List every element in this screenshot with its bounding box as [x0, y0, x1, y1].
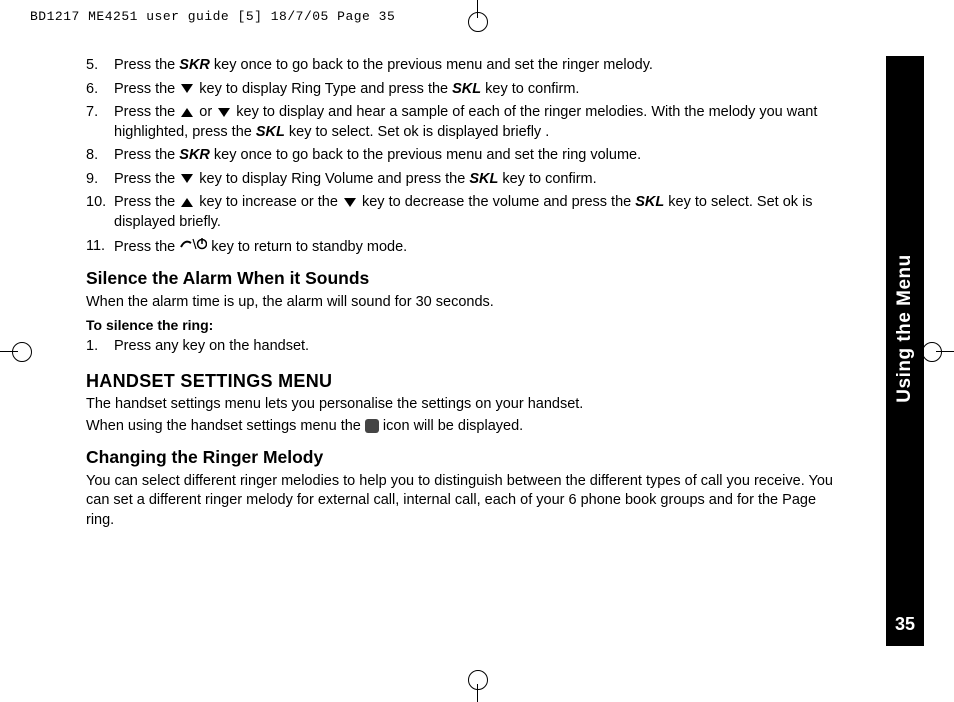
step-text: Press any key on the handset.: [114, 338, 309, 354]
sidebar-section-title: Using the Menu: [892, 66, 918, 592]
settings-line1: The handset settings menu lets you perso…: [86, 395, 844, 415]
key-label: SKR: [179, 57, 210, 73]
silence-step-1: 1. Press any key on the handset.: [86, 337, 844, 357]
key-label: SKL: [469, 171, 498, 187]
step-11: 11. Press the key to return to standby m…: [86, 237, 844, 258]
step-text: Press the: [114, 171, 179, 187]
key-label: SKL: [452, 81, 481, 97]
down-arrow-icon: [344, 198, 356, 207]
step-text: Press the: [114, 239, 179, 255]
crop-mark-right-icon: [936, 351, 954, 352]
settings-line2: When using the handset settings menu the…: [86, 417, 844, 437]
step-number: 5.: [86, 56, 98, 76]
key-label: SKL: [256, 124, 285, 140]
step-number: 10.: [86, 193, 106, 213]
down-arrow-icon: [181, 174, 193, 183]
handset-standby-icon: [179, 237, 207, 258]
settings-line2-post: icon will be displayed.: [379, 418, 523, 434]
step-number: 6.: [86, 80, 98, 100]
step-number: 7.: [86, 103, 98, 123]
step-10: 10. Press the key to increase or the key…: [86, 193, 844, 232]
silence-subheading: To silence the ring:: [86, 316, 844, 335]
sidebar-tab: Using the Menu 35: [886, 56, 924, 646]
step-text: key to display Ring Type and press the: [195, 81, 452, 97]
step-text: key to select. Set ok is displayed brief…: [285, 124, 549, 140]
step-text: Press the: [114, 147, 179, 163]
crop-mark-top-icon: [477, 0, 478, 18]
step-number: 11.: [86, 237, 105, 257]
up-arrow-icon: [181, 198, 193, 207]
heading-silence-alarm: Silence the Alarm When it Sounds: [86, 267, 844, 291]
step-text: Press the: [114, 57, 179, 73]
sidebar-page-number: 35: [895, 612, 915, 636]
silence-intro: When the alarm time is up, the alarm wil…: [86, 293, 844, 313]
silence-steps: 1. Press any key on the handset.: [86, 337, 844, 357]
step-text: key to increase or the: [195, 194, 342, 210]
step-text: key once to go back to the previous menu…: [210, 57, 653, 73]
down-arrow-icon: [181, 84, 193, 93]
settings-line2-pre: When using the handset settings menu the: [86, 418, 365, 434]
ringer-body: You can select different ringer melodies…: [86, 472, 844, 531]
step-text: Press the: [114, 81, 179, 97]
step-number: 9.: [86, 170, 98, 190]
settings-menu-icon: [365, 419, 379, 433]
step-text: Press the: [114, 194, 179, 210]
heading-handset-settings: HANDSET SETTINGS MENU: [86, 369, 844, 393]
step-8: 8. Press the SKR key once to go back to …: [86, 146, 844, 166]
numbered-steps: 5. Press the SKR key once to go back to …: [86, 56, 844, 257]
step-text: key to return to standby mode.: [207, 239, 407, 255]
content: 5. Press the SKR key once to go back to …: [58, 56, 844, 531]
print-slug: BD1217 ME4251 user guide [5] 18/7/05 Pag…: [30, 8, 395, 26]
step-text: key to confirm.: [481, 81, 579, 97]
step-text: or: [195, 104, 216, 120]
down-arrow-icon: [218, 108, 230, 117]
step-text: key once to go back to the previous menu…: [210, 147, 641, 163]
step-text: key to confirm.: [498, 171, 596, 187]
crop-mark-left-icon: [0, 351, 18, 352]
page: BD1217 ME4251 user guide [5] 18/7/05 Pag…: [0, 0, 954, 702]
heading-ringer-melody: Changing the Ringer Melody: [86, 446, 844, 470]
step-number: 8.: [86, 146, 98, 166]
step-9: 9. Press the key to display Ring Volume …: [86, 170, 844, 190]
key-label: SKL: [635, 194, 664, 210]
step-text: Press the: [114, 104, 179, 120]
step-7: 7. Press the or key to display and hear …: [86, 103, 844, 142]
step-5: 5. Press the SKR key once to go back to …: [86, 56, 844, 76]
key-label: SKR: [179, 147, 210, 163]
step-text: key to display Ring Volume and press the: [195, 171, 469, 187]
step-text: key to decrease the volume and press the: [358, 194, 635, 210]
crop-mark-bottom-icon: [477, 684, 478, 702]
step-6: 6. Press the key to display Ring Type an…: [86, 80, 844, 100]
step-number: 1.: [86, 337, 98, 357]
up-arrow-icon: [181, 108, 193, 117]
